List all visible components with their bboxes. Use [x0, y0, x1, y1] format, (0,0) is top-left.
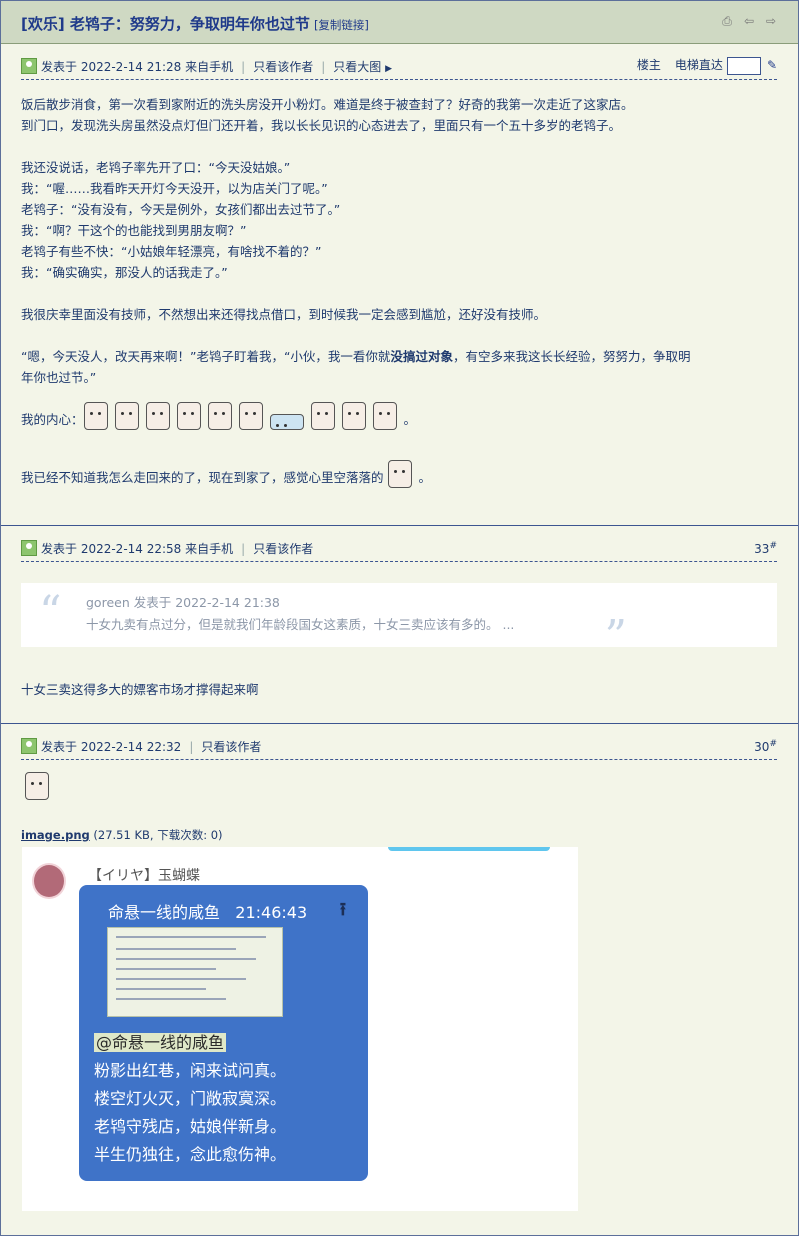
- close-quote-icon: ”: [604, 611, 628, 662]
- poem-line: 老鸨守残店，姑娘伴新身。: [94, 1117, 287, 1136]
- user-avatar-icon[interactable]: [21, 58, 37, 74]
- inner-thoughts-line: 我的内心：。: [21, 402, 777, 446]
- floor-number-text: 33: [754, 542, 770, 556]
- floor-owner-label: 楼主: [636, 58, 661, 72]
- copy-link[interactable]: [复制链接]: [314, 18, 369, 32]
- post-1-body: 饭后散步消食，第一次看到家附近的洗头房没开小粉灯。难道是终于被查封了？好奇的我第…: [21, 94, 777, 488]
- attachment-meta: (27.51 KB, 下载次数: 0): [93, 828, 223, 842]
- post-2-body: 十女三卖这得多大的嫖客市场才撑得起来啊: [21, 679, 777, 700]
- post-line: 我：“啊？干这个的也能找到男朋友啊？”: [21, 223, 247, 238]
- attachment-link[interactable]: image.png: [21, 828, 90, 842]
- post-line: 到门口，发现洗头房虽然没点灯但门还开着，我以长长见识的心态进去了，里面只有一个五…: [21, 118, 622, 133]
- post-line: [21, 136, 777, 157]
- emoticon-icon: [372, 402, 397, 430]
- inner-label: 我的内心：: [21, 412, 84, 427]
- bold-phrase: 没搞过对象: [390, 349, 453, 364]
- thread-header: [欢乐] 老鸨子：努努力，争取明年你也过节 [复制链接] ⎙ ⇦ ⇨: [1, 1, 798, 44]
- emoticon-icon: [83, 402, 108, 430]
- post-2: 发表于 2022-2-14 22:58 来自手机 | 只看该作者 33# “ ” g…: [1, 526, 798, 724]
- post-3-header: 发表于 2022-2-14 22:32 | 只看该作者 30#: [21, 734, 777, 760]
- quote-block: “ ” goreen 发表于 2022-2-14 21:38 十女九卖有点过分，…: [21, 583, 777, 659]
- post-line: 年你也过节。”: [21, 370, 97, 385]
- para-part: “嗯，今天没人，改天再来啊！”老鸨子盯着我，“小伙，我一看你就: [21, 349, 391, 364]
- post-line: 我：“喔……我看昨天开灯今天没开，以为店关门了呢。”: [21, 181, 328, 196]
- jump-up-icon[interactable]: ⭱: [340, 897, 346, 927]
- floor-controls: 楼主 电梯直达 ✎: [637, 56, 777, 75]
- poem-line: 半生仍独往，念此愈伤神。: [94, 1145, 287, 1164]
- post-line: [21, 325, 777, 346]
- floor-number[interactable]: 33#: [754, 541, 777, 556]
- print-icon[interactable]: ⎙: [720, 14, 734, 28]
- emoticon-icon: [269, 414, 304, 430]
- thread-tools: ⎙ ⇦ ⇨: [720, 14, 778, 28]
- emoticon-icon: [25, 772, 49, 800]
- play-arrow-icon: ▶: [385, 64, 393, 74]
- chat-reply-header: 命悬一线的咸鱼 21:46:43: [108, 899, 307, 923]
- prev-thread-icon[interactable]: ⇦: [742, 14, 756, 28]
- emoticon-icon: [238, 402, 263, 430]
- open-quote-icon: “: [39, 587, 62, 638]
- emoticon-icon: [114, 402, 139, 430]
- post-line: [21, 283, 777, 304]
- post-1-header: 发表于 2022-2-14 21:28 来自手机 | 只看该作者 | 只看大图 ▶ 楼主…: [21, 54, 777, 80]
- chat-sender: 命悬一线的咸鱼: [108, 903, 221, 922]
- post-meta: 发表于 2022-2-14 22:32 | 只看该作者: [41, 740, 262, 754]
- user-avatar-icon[interactable]: [21, 738, 37, 754]
- emoticon-icon: [387, 460, 412, 488]
- emoticon-icon: [176, 402, 201, 430]
- image-top-strip: [388, 847, 550, 851]
- chat-avatar: [32, 863, 66, 899]
- floor-jump-input[interactable]: [726, 56, 761, 75]
- jump-go-icon[interactable]: ✎: [767, 58, 777, 72]
- chat-time: 21:46:43: [235, 903, 308, 922]
- emoticon-icon: [341, 402, 366, 430]
- post-meta: 发表于 2022-2-14 21:28 来自手机 | 只看该作者 | 只看大图 ▶: [41, 60, 393, 74]
- next-thread-icon[interactable]: ⇨: [764, 14, 778, 28]
- post-line: 老鸨子：“没有没有，今天是例外，女孩们都出去过节了。”: [21, 202, 341, 217]
- thread-title-text: [欢乐] 老鸨子：努努力，争取明年你也过节: [21, 15, 310, 33]
- post-1: 发表于 2022-2-14 21:28 来自手机 | 只看该作者 | 只看大图 ▶ 楼主…: [1, 44, 798, 526]
- post-line: 我很庆幸里面没有技师，不然想出来还得找点借口，到时候我一定会感到尴尬，还好没有技…: [21, 307, 547, 322]
- mention-tag[interactable]: @命悬一线的咸鱼: [94, 1033, 227, 1052]
- closing-text: 我已经不知道我怎么走回来的了，现在到家了，感觉心里空落落的: [21, 470, 384, 485]
- big-image-link[interactable]: 只看大图: [333, 60, 381, 74]
- elevator-label: 电梯直达: [674, 58, 723, 72]
- attached-image[interactable]: 【イリヤ】玉蝴蝶 命悬一线的咸鱼 21:46:43 ⭱ @命悬一线的咸鱼 粉影出…: [22, 847, 578, 1211]
- para-part: ，有空多来我这长长经验，努努力，争取明: [452, 349, 691, 364]
- reply-text: 十女三卖这得多大的嫖客市场才撑得起来啊: [21, 682, 259, 697]
- chat-message: @命悬一线的咸鱼 粉影出红巷，闲来试问真。 楼空灯火灭，门敞寂寞深。 老鸨守残店…: [94, 1029, 286, 1169]
- post-time: 发表于 2022-2-14 21:28 来自手机: [41, 60, 234, 74]
- poem-line: 楼空灯火灭，门敞寂寞深。: [94, 1089, 287, 1108]
- only-author-link[interactable]: 只看该作者: [253, 60, 313, 74]
- thread-title: [欢乐] 老鸨子：努努力，争取明年你也过节 [复制链接]: [21, 13, 369, 34]
- post-2-header: 发表于 2022-2-14 22:58 来自手机 | 只看该作者 33#: [21, 536, 777, 562]
- only-author-link[interactable]: 只看该作者: [253, 542, 313, 556]
- quote-author: goreen 发表于 2022-2-14 21:38: [86, 595, 280, 610]
- post-line: 老鸨子有些不快：“小姑娘年轻漂亮，有啥找不着的？”: [21, 244, 322, 259]
- emoticon-icon: [310, 402, 335, 430]
- post-time: 发表于 2022-2-14 22:32: [41, 740, 182, 754]
- post-time: 发表于 2022-2-14 22:58 来自手机: [41, 542, 234, 556]
- emoticon-icon: [145, 402, 170, 430]
- floor-number-text: 30: [754, 740, 770, 754]
- user-avatar-icon[interactable]: [21, 540, 37, 556]
- post-paragraph: “嗯，今天没人，改天再来啊！”老鸨子盯着我，“小伙，我一看你就没搞过对象，有空多…: [21, 346, 777, 367]
- post-line: 饭后散步消食，第一次看到家附近的洗头房没开小粉灯。难道是终于被查封了？好奇的我第…: [21, 97, 634, 112]
- closing-line: 我已经不知道我怎么走回来的了，现在到家了，感觉心里空落落的。: [21, 460, 777, 488]
- floor-number[interactable]: 30#: [754, 739, 777, 754]
- forum-page: [欢乐] 老鸨子：努努力，争取明年你也过节 [复制链接] ⎙ ⇦ ⇨ 发表于 20…: [0, 0, 799, 1236]
- quote-text[interactable]: 十女九卖有点过分，但是就我们年龄段国女这素质，十女三卖应该有多的。 ...: [86, 614, 514, 636]
- attachment-info: image.png (27.51 KB, 下载次数: 0): [21, 827, 223, 843]
- post-line: 我：“确实确实，那没人的话我走了。”: [21, 265, 228, 280]
- quoted-screenshot-thumb[interactable]: [107, 927, 283, 1017]
- post-meta: 发表于 2022-2-14 22:58 来自手机 | 只看该作者: [41, 542, 314, 556]
- chat-bubble: 命悬一线的咸鱼 21:46:43 ⭱ @命悬一线的咸鱼 粉影出红巷，闲来试问真。…: [79, 885, 368, 1181]
- emoticon-icon: [207, 402, 232, 430]
- poem-line: 粉影出红巷，闲来试问真。: [94, 1061, 287, 1080]
- chat-username: 【イリヤ】玉蝴蝶: [88, 868, 200, 884]
- post-line: 我还没说话，老鸨子率先开了口：“今天没姑娘。”: [21, 160, 291, 175]
- only-author-link[interactable]: 只看该作者: [201, 740, 261, 754]
